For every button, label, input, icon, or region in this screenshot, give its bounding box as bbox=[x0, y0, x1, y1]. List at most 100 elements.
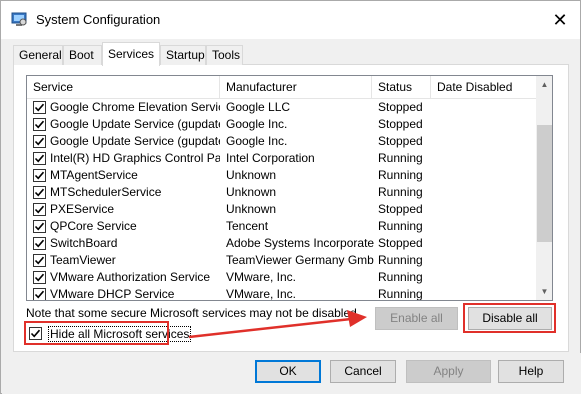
tab-tools[interactable]: Tools bbox=[206, 45, 243, 65]
scrollbar-thumb[interactable] bbox=[537, 125, 552, 242]
msconfig-app-icon bbox=[11, 12, 27, 26]
service-status: Stopped bbox=[378, 100, 423, 114]
checkmark-icon bbox=[34, 137, 45, 146]
service-manufacturer: VMware, Inc. bbox=[226, 287, 297, 301]
system-configuration-window: System Configuration ✕ General Boot Serv… bbox=[0, 0, 581, 394]
service-checkbox[interactable] bbox=[33, 254, 46, 267]
service-name: MTSchedulerService bbox=[50, 185, 162, 199]
checkmark-icon bbox=[34, 239, 45, 248]
service-checkbox[interactable] bbox=[33, 118, 46, 131]
service-status: Running bbox=[378, 287, 423, 301]
column-header-date-disabled[interactable]: Date Disabled bbox=[431, 76, 536, 99]
checkmark-icon bbox=[34, 222, 45, 231]
column-header-manufacturer[interactable]: Manufacturer bbox=[220, 76, 372, 99]
service-manufacturer: Tencent bbox=[226, 219, 269, 233]
tab-startup[interactable]: Startup bbox=[160, 45, 206, 65]
service-status: Running bbox=[378, 270, 423, 284]
service-status: Stopped bbox=[378, 134, 423, 148]
service-name: QPCore Service bbox=[50, 219, 137, 233]
service-checkbox[interactable] bbox=[33, 152, 46, 165]
service-name: Google Update Service (gupdatem) bbox=[50, 134, 220, 148]
service-row[interactable]: Google Update Service (gupdatem) Google I… bbox=[27, 133, 536, 150]
checkmark-icon bbox=[34, 273, 45, 282]
service-manufacturer: Unknown bbox=[226, 185, 277, 199]
secure-services-note: Note that some secure Microsoft services… bbox=[26, 306, 361, 320]
service-name: MTAgentService bbox=[50, 168, 138, 182]
title-bar: System Configuration ✕ bbox=[1, 1, 580, 39]
service-name: Google Update Service (gupdate) bbox=[50, 117, 220, 131]
column-header-status[interactable]: Status bbox=[372, 76, 431, 99]
service-manufacturer: Intel Corporation bbox=[226, 151, 315, 165]
service-manufacturer: Adobe Systems Incorporated bbox=[226, 236, 374, 250]
service-checkbox[interactable] bbox=[33, 135, 46, 148]
service-checkbox[interactable] bbox=[33, 271, 46, 284]
service-row[interactable]: QPCore Service Tencent Running bbox=[27, 218, 536, 235]
tab-boot[interactable]: Boot bbox=[63, 45, 102, 65]
help-button[interactable]: Help bbox=[498, 360, 564, 383]
service-manufacturer: Unknown bbox=[226, 168, 277, 182]
column-header-service[interactable]: Service bbox=[27, 76, 220, 99]
service-checkbox[interactable] bbox=[33, 169, 46, 182]
service-checkbox[interactable] bbox=[33, 186, 46, 199]
service-checkbox[interactable] bbox=[33, 288, 46, 300]
disable-all-button[interactable]: Disable all bbox=[468, 307, 552, 330]
vertical-scrollbar[interactable]: ▲ ▼ bbox=[536, 76, 552, 300]
services-list[interactable]: Service Manufacturer Status Date Disable… bbox=[26, 75, 553, 301]
service-checkbox[interactable] bbox=[33, 220, 46, 233]
checkmark-icon bbox=[34, 256, 45, 265]
checkmark-icon bbox=[34, 154, 45, 163]
service-row[interactable]: SwitchBoard Adobe Systems Incorporated Sto… bbox=[27, 235, 536, 252]
service-row[interactable]: VMware Authorization Service VMware, Inc.… bbox=[27, 269, 536, 286]
service-name: Intel(R) HD Graphics Control Pa... bbox=[50, 151, 220, 165]
checkmark-icon bbox=[34, 290, 45, 299]
service-row[interactable]: PXEService Unknown Stopped bbox=[27, 201, 536, 218]
service-name: PXEService bbox=[50, 202, 115, 216]
service-row[interactable]: MTSchedulerService Unknown Running bbox=[27, 184, 536, 201]
service-status: Stopped bbox=[378, 202, 423, 216]
checkmark-icon bbox=[34, 205, 45, 214]
service-manufacturer: Google Inc. bbox=[226, 117, 288, 131]
hide-microsoft-services-label[interactable]: Hide all Microsoft services bbox=[48, 326, 192, 342]
service-status: Running bbox=[378, 151, 423, 165]
service-checkbox[interactable] bbox=[33, 203, 46, 216]
enable-all-button[interactable]: Enable all bbox=[375, 307, 458, 330]
tab-services[interactable]: Services bbox=[102, 42, 160, 66]
service-manufacturer: Google Inc. bbox=[226, 134, 288, 148]
service-manufacturer: VMware, Inc. bbox=[226, 270, 297, 284]
service-status: Running bbox=[378, 219, 423, 233]
service-checkbox[interactable] bbox=[33, 101, 46, 114]
service-row[interactable]: VMware DHCP Service VMware, Inc. Running bbox=[27, 286, 536, 301]
service-status: Stopped bbox=[378, 117, 423, 131]
service-manufacturer: Google LLC bbox=[226, 100, 291, 114]
tab-general[interactable]: General bbox=[13, 45, 63, 65]
service-row[interactable]: TeamViewer TeamViewer Germany GmbH Running bbox=[27, 252, 536, 269]
service-status: Stopped bbox=[378, 236, 423, 250]
service-status: Running bbox=[378, 168, 423, 182]
scroll-down-icon[interactable]: ▼ bbox=[536, 283, 552, 300]
close-icon[interactable]: ✕ bbox=[549, 9, 571, 31]
service-name: Google Chrome Elevation Servic... bbox=[50, 100, 220, 114]
service-row[interactable]: Google Update Service (gupdate) Google In… bbox=[27, 116, 536, 133]
checkmark-icon bbox=[34, 171, 45, 180]
service-checkbox[interactable] bbox=[33, 237, 46, 250]
service-manufacturer: Unknown bbox=[226, 202, 277, 216]
service-row[interactable]: MTAgentService Unknown Running bbox=[27, 167, 536, 184]
checkbox-box[interactable] bbox=[29, 327, 42, 340]
service-manufacturer: TeamViewer Germany GmbH bbox=[226, 253, 374, 267]
checkmark-icon bbox=[30, 329, 41, 338]
service-name: SwitchBoard bbox=[50, 236, 118, 250]
service-name: VMware Authorization Service bbox=[50, 270, 211, 284]
apply-button[interactable]: Apply bbox=[406, 360, 491, 383]
checkmark-icon bbox=[34, 103, 45, 112]
checkmark-icon bbox=[34, 188, 45, 197]
service-name: VMware DHCP Service bbox=[50, 287, 175, 301]
scroll-up-icon[interactable]: ▲ bbox=[536, 76, 552, 93]
service-row[interactable]: Google Chrome Elevation Servic... Google … bbox=[27, 99, 536, 116]
cancel-button[interactable]: Cancel bbox=[330, 360, 396, 383]
ok-button[interactable]: OK bbox=[255, 360, 321, 383]
window-title: System Configuration bbox=[36, 12, 161, 27]
service-status: Running bbox=[378, 185, 423, 199]
service-name: TeamViewer bbox=[50, 253, 116, 267]
services-list-header: Service Manufacturer Status Date Disable… bbox=[27, 76, 536, 99]
service-row[interactable]: Intel(R) HD Graphics Control Pa... Intel … bbox=[27, 150, 536, 167]
